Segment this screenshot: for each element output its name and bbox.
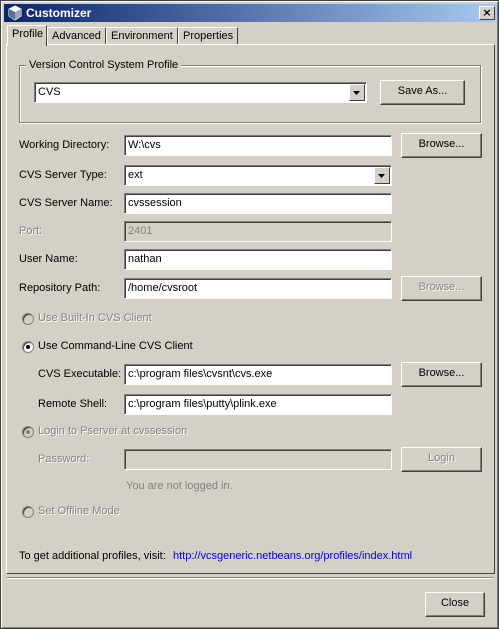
close-button[interactable]: Close [425, 592, 485, 617]
chevron-down-icon[interactable] [349, 84, 365, 101]
chevron-down-icon[interactable] [374, 167, 390, 184]
builtin-client-label: Use Built-In CVS Client [38, 312, 152, 324]
browse-repository-button: Browse... [401, 276, 482, 301]
window-title: Customizer [26, 6, 92, 20]
tab-label: Profile [12, 28, 44, 40]
profile-panel [6, 44, 495, 574]
save-as-label: Save As... [397, 85, 448, 97]
server-type-value: ext [128, 169, 143, 181]
login-label: Login [428, 452, 455, 464]
close-label: Close [440, 597, 470, 609]
builtin-client-radio [22, 313, 34, 325]
browse-label: Browse... [418, 281, 465, 293]
customizer-window: Customizer × Profile Advanced Environmen… [0, 0, 499, 629]
user-name-input[interactable]: nathan [124, 249, 392, 270]
tab-label: Advanced [52, 30, 101, 42]
password-input [124, 449, 392, 470]
command-line-client-radio[interactable] [22, 341, 34, 353]
footer-separator [7, 577, 494, 579]
browse-executable-button[interactable]: Browse... [401, 362, 482, 387]
cvs-executable-label: CVS Executable: [38, 368, 122, 380]
working-directory-input[interactable]: W:\cvs [124, 135, 392, 156]
user-name-label: User Name: [19, 253, 78, 265]
close-window-icon[interactable]: × [479, 6, 495, 20]
netbeans-cube-icon [8, 5, 22, 21]
tab-profile[interactable]: Profile [7, 25, 47, 46]
profile-select-value: CVS [38, 86, 61, 98]
tab-properties[interactable]: Properties [178, 27, 238, 45]
tab-label: Environment [111, 30, 173, 42]
repository-path-label: Repository Path: [19, 282, 101, 294]
tab-environment[interactable]: Environment [106, 27, 178, 45]
working-directory-label: Working Directory: [19, 139, 110, 151]
command-line-client-label: Use Command-Line CVS Client [38, 340, 193, 352]
login-button: Login [401, 447, 482, 472]
tab-advanced[interactable]: Advanced [47, 27, 106, 45]
profile-select[interactable]: CVS [34, 82, 367, 103]
tab-label: Properties [183, 30, 234, 42]
browse-working-directory-button[interactable]: Browse... [401, 133, 482, 158]
port-input: 2401 [124, 221, 392, 242]
remote-shell-label: Remote Shell: [38, 398, 108, 410]
browse-label: Browse... [418, 367, 465, 379]
offline-mode-label: Set Offline Mode [38, 505, 120, 517]
port-label: Port: [19, 225, 43, 237]
cvs-executable-input[interactable]: c:\program files\cvsnt\cvs.exe [124, 364, 392, 385]
password-label: Password: [38, 453, 90, 465]
profiles-link[interactable]: http://vcsgeneric.netbeans.org/profiles/… [173, 550, 412, 562]
server-name-input[interactable]: cvssession [124, 193, 392, 214]
repository-path-input[interactable]: /home/cvsroot [124, 278, 392, 299]
vcs-profile-group-title: Version Control System Profile [26, 59, 182, 71]
save-as-button[interactable]: Save As... [380, 80, 465, 105]
additional-profiles-text: To get additional profiles, visit: [19, 550, 166, 562]
title-bar[interactable]: Customizer × [4, 4, 497, 22]
server-type-label: CVS Server Type: [19, 169, 107, 181]
browse-label: Browse... [418, 138, 465, 150]
radio-selected-dot [26, 345, 30, 349]
radio-selected-dot [26, 430, 30, 434]
server-name-label: CVS Server Name: [19, 197, 113, 209]
pserver-login-label: Login to Pserver at cvssession [38, 425, 188, 437]
offline-mode-radio [22, 506, 34, 518]
remote-shell-input[interactable]: c:\program files\putty\plink.exe [124, 394, 392, 415]
server-type-select[interactable]: ext [124, 165, 392, 186]
login-status-text: You are not logged in. [126, 480, 233, 492]
pserver-login-radio [22, 426, 34, 438]
